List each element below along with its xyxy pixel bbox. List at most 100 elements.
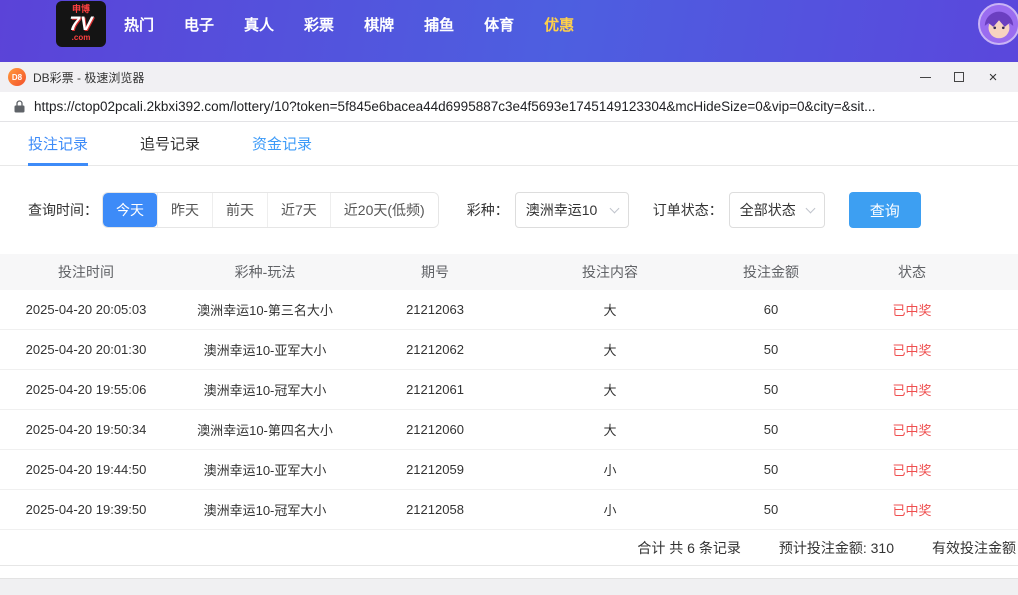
table-row: 2025-04-20 19:50:34 澳洲幸运10-第四名大小 2121206… xyxy=(0,410,1018,450)
url-text[interactable]: https://ctop02pcali.2kbxi392.com/lottery… xyxy=(34,99,1004,114)
status-badge: 已中奖 xyxy=(892,303,932,318)
lottery-select[interactable]: 澳洲幸运10 xyxy=(514,192,629,228)
cell-bet-content: 大 xyxy=(603,343,617,358)
minimize-icon xyxy=(919,76,931,78)
header-bet-time: 投注时间 xyxy=(58,264,114,280)
cell-bet-amount: 50 xyxy=(763,462,779,477)
cell-issue: 21212062 xyxy=(406,342,464,357)
table-header-row: 投注时间 彩种-玩法 期号 投注内容 投注金额 状态 xyxy=(0,254,1018,290)
tab-chase-records[interactable]: 追号记录 xyxy=(140,122,200,166)
browser-titlebar: D8 DB彩票 - 极速浏览器 × xyxy=(0,62,1018,92)
cell-issue: 21212059 xyxy=(406,462,464,477)
filter-bar: 查询时间： 今天 昨天 前天 近7天 近20天(低频) 彩种： 澳洲幸运10 订… xyxy=(0,192,1018,228)
cell-bet-amount: 50 xyxy=(763,422,779,437)
status-filter-label: 订单状态： xyxy=(652,202,723,218)
nav-item-cards[interactable]: 棋牌 xyxy=(364,14,394,35)
time-option-20days[interactable]: 近20天(低频) xyxy=(329,193,438,227)
cell-bet-amount: 50 xyxy=(763,342,779,357)
cell-bet-content: 小 xyxy=(603,503,617,518)
header-status: 状态 xyxy=(898,264,926,280)
cell-bet-content: 大 xyxy=(603,423,617,438)
time-option-yesterday[interactable]: 昨天 xyxy=(157,193,212,227)
lottery-records-page: 投注记录 追号记录 资金记录 查询时间： 今天 昨天 前天 近7天 近20天(低… xyxy=(0,122,1018,595)
nav-item-slots[interactable]: 电子 xyxy=(184,14,214,35)
table-row: 2025-04-20 19:55:06 澳洲幸运10-冠军大小 21212061… xyxy=(0,370,1018,410)
header-issue: 期号 xyxy=(421,264,449,280)
nav-item-live[interactable]: 真人 xyxy=(244,14,274,35)
cell-issue: 21212061 xyxy=(406,382,464,397)
nav-item-hot[interactable]: 热门 xyxy=(124,14,154,35)
logo-suffix-text: .com xyxy=(71,33,91,43)
cell-lottery-play: 澳洲幸运10-亚军大小 xyxy=(203,343,327,358)
close-icon: × xyxy=(988,68,998,86)
promo-topbar: 申博 7V .com 热门 电子 真人 彩票 棋牌 捕鱼 体育 优惠 xyxy=(0,0,1018,62)
cell-issue: 21212063 xyxy=(406,302,464,317)
nav-item-sports[interactable]: 体育 xyxy=(484,14,514,35)
browser-window: D8 DB彩票 - 极速浏览器 × https://ctop02pcali.2k… xyxy=(0,62,1018,595)
order-status-value: 全部状态 xyxy=(739,202,796,218)
header-lottery-play: 彩种-玩法 xyxy=(234,264,296,280)
tab-bet-records[interactable]: 投注记录 xyxy=(28,122,89,166)
time-option-today[interactable]: 今天 xyxy=(103,193,157,227)
cell-issue: 21212058 xyxy=(406,502,464,517)
lottery-filter-label: 彩种： xyxy=(466,202,509,218)
cell-bet-amount: 50 xyxy=(763,382,779,397)
cell-bet-content: 大 xyxy=(603,383,617,398)
table-row: 2025-04-20 19:39:50 澳洲幸运10-冠军大小 21212058… xyxy=(0,490,1018,530)
main-nav: 热门 电子 真人 彩票 棋牌 捕鱼 体育 优惠 xyxy=(124,14,574,35)
chevron-down-icon xyxy=(609,203,620,213)
summary-total-records: 合计 共 6 条记录 xyxy=(637,539,741,556)
nav-item-promo[interactable]: 优惠 xyxy=(544,14,574,35)
cell-bet-time: 2025-04-20 20:01:30 xyxy=(25,342,147,357)
lock-icon xyxy=(14,100,25,113)
bottom-strip xyxy=(0,578,1018,595)
nav-item-lottery[interactable]: 彩票 xyxy=(304,14,334,35)
cell-lottery-play: 澳洲幸运10-第三名大小 xyxy=(197,303,333,318)
nav-item-fishing[interactable]: 捕鱼 xyxy=(424,14,454,35)
cell-bet-amount: 60 xyxy=(763,302,779,317)
time-filter-group: 今天 昨天 前天 近7天 近20天(低频) xyxy=(102,192,439,228)
cell-bet-time: 2025-04-20 19:50:34 xyxy=(25,422,147,437)
status-badge: 已中奖 xyxy=(892,463,932,478)
minimize-button[interactable] xyxy=(908,64,942,90)
lottery-select-value: 澳洲幸运10 xyxy=(525,202,598,218)
browser-tab-icon: D8 xyxy=(8,68,26,86)
status-badge: 已中奖 xyxy=(892,503,932,518)
tab-funds-records[interactable]: 资金记录 xyxy=(252,122,312,166)
chevron-down-icon xyxy=(805,203,816,213)
maximize-button[interactable] xyxy=(942,64,976,90)
cell-lottery-play: 澳洲幸运10-冠军大小 xyxy=(203,503,327,518)
time-option-7days[interactable]: 近7天 xyxy=(267,193,330,227)
cell-issue: 21212060 xyxy=(406,422,464,437)
header-bet-amount: 投注金额 xyxy=(743,264,799,280)
search-button[interactable]: 查询 xyxy=(848,192,921,228)
cell-bet-time: 2025-04-20 19:44:50 xyxy=(25,462,147,477)
avatar-image xyxy=(980,5,1018,43)
table-row: 2025-04-20 20:05:03 澳洲幸运10-第三名大小 2121206… xyxy=(0,290,1018,330)
status-badge: 已中奖 xyxy=(892,343,932,358)
avatar[interactable] xyxy=(978,3,1018,45)
address-bar[interactable]: https://ctop02pcali.2kbxi392.com/lottery… xyxy=(0,92,1018,122)
close-button[interactable]: × xyxy=(976,64,1010,90)
summary-bar: 合计 共 6 条记录 预计投注金额: 310 有效投注金额 xyxy=(0,530,1018,566)
cell-bet-time: 2025-04-20 20:05:03 xyxy=(25,302,147,317)
cell-bet-content: 小 xyxy=(603,463,617,478)
table-row: 2025-04-20 20:01:30 澳洲幸运10-亚军大小 21212062… xyxy=(0,330,1018,370)
cell-lottery-play: 澳洲幸运10-冠军大小 xyxy=(203,383,327,398)
order-status-select[interactable]: 全部状态 xyxy=(728,192,825,228)
status-badge: 已中奖 xyxy=(892,383,932,398)
maximize-icon xyxy=(954,72,964,82)
window-controls: × xyxy=(908,64,1010,90)
time-filter-label: 查询时间： xyxy=(28,202,98,218)
cell-bet-time: 2025-04-20 19:55:06 xyxy=(25,382,147,397)
status-badge: 已中奖 xyxy=(892,423,932,438)
cell-lottery-play: 澳洲幸运10-亚军大小 xyxy=(203,463,327,478)
time-option-day-before[interactable]: 前天 xyxy=(212,193,267,227)
records-table: 投注时间 彩种-玩法 期号 投注内容 投注金额 状态 2025-04-20 20… xyxy=(0,254,1018,530)
table-row: 2025-04-20 19:44:50 澳洲幸运10-亚军大小 21212059… xyxy=(0,450,1018,490)
cell-lottery-play: 澳洲幸运10-第四名大小 xyxy=(197,423,333,438)
cell-bet-amount: 50 xyxy=(763,502,779,517)
site-logo[interactable]: 申博 7V .com xyxy=(56,1,106,47)
summary-valid-amount: 有效投注金额 xyxy=(932,539,1016,556)
summary-expected-amount: 预计投注金额: 310 xyxy=(778,539,894,556)
